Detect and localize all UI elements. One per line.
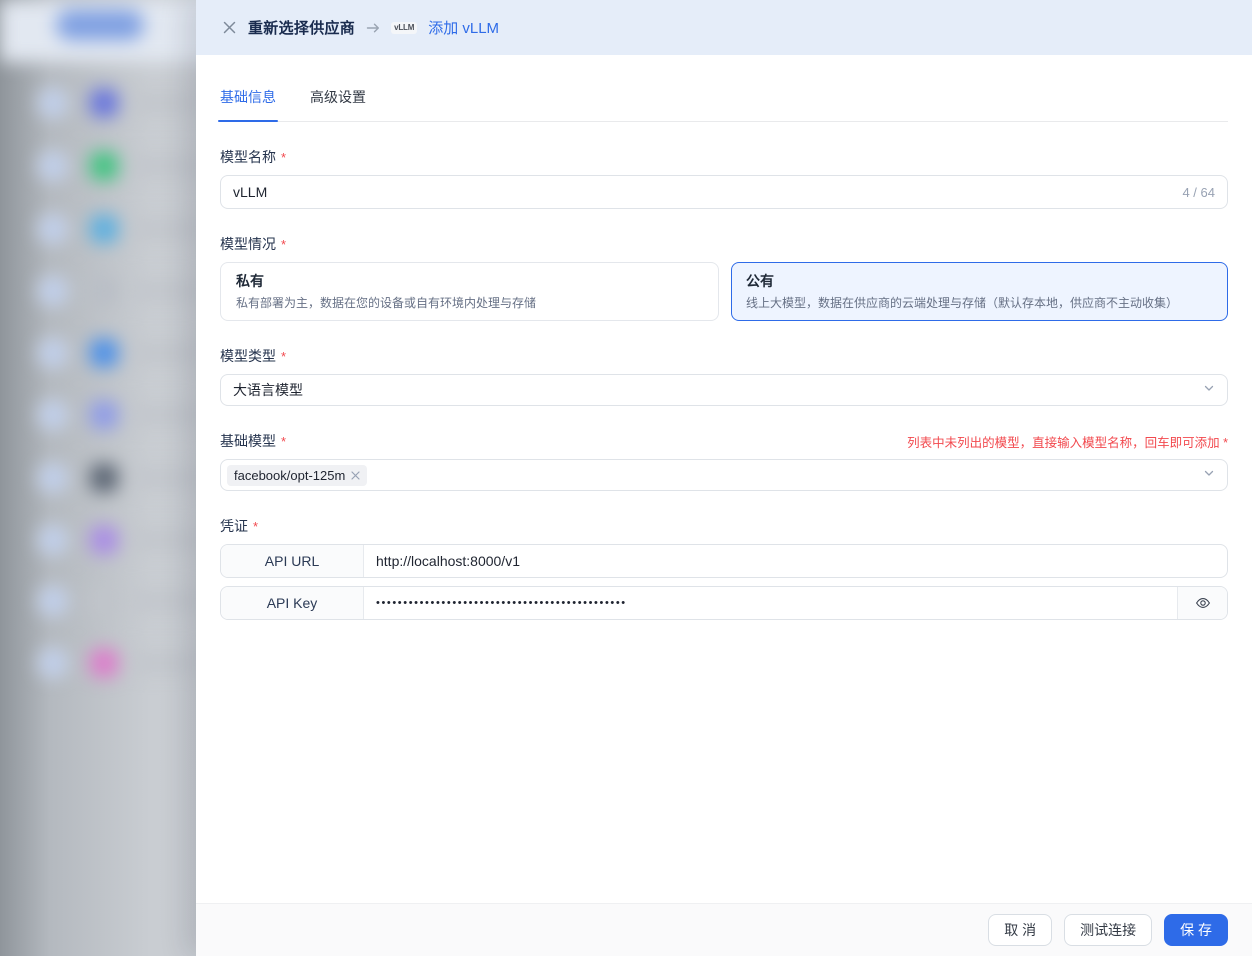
add-provider-drawer: 重新选择供应商 vLLM 添加 vLLM 基础信息 高级设置 模型名称 * 4 … — [196, 0, 1252, 956]
char-counter: 4 / 64 — [1182, 185, 1215, 200]
model-scope-label: 模型情况 * — [220, 234, 1228, 254]
base-model-label-row: 基础模型 * 列表中未列出的模型，直接输入模型名称，回车即可添加 * — [220, 431, 1228, 451]
api-key-addon: API Key — [221, 587, 364, 619]
scope-card-public[interactable]: 公有 线上大模型，数据在供应商的云端处理与存储（默认存本地，供应商不主动收集） — [731, 262, 1229, 321]
model-name-label-text: 模型名称 — [220, 147, 276, 167]
drawer-footer: 取 消 测试连接 保 存 — [196, 903, 1252, 956]
tab-advanced-settings[interactable]: 高级设置 — [310, 87, 366, 121]
api-url-input[interactable]: http://localhost:8000/v1 — [364, 545, 1227, 577]
base-model-label: 基础模型 * — [220, 431, 286, 451]
model-type-select[interactable]: 大语言模型 — [220, 374, 1228, 406]
credentials-label: 凭证 * — [220, 516, 1228, 536]
close-icon[interactable] — [222, 20, 237, 35]
save-button[interactable]: 保 存 — [1164, 914, 1228, 946]
tab-bar: 基础信息 高级设置 — [220, 87, 1228, 122]
field-model-type: 模型类型 * 大语言模型 — [220, 346, 1228, 406]
field-base-model: 基础模型 * 列表中未列出的模型，直接输入模型名称，回车即可添加 * faceb… — [220, 431, 1228, 491]
model-type-value: 大语言模型 — [233, 380, 303, 400]
scope-card-private[interactable]: 私有 私有部署为主，数据在您的设备或自有环境内处理与存储 — [220, 262, 719, 321]
scope-private-desc: 私有部署为主，数据在您的设备或自有环境内处理与存储 — [236, 294, 703, 311]
field-credentials: 凭证 * API URL http://localhost:8000/v1 AP… — [220, 516, 1228, 620]
scope-private-title: 私有 — [236, 271, 703, 291]
cancel-button[interactable]: 取 消 — [988, 914, 1052, 946]
arrow-right-icon — [366, 22, 380, 34]
breadcrumb-current-page: 添加 vLLM — [428, 17, 499, 38]
model-type-label: 模型类型 * — [220, 346, 1228, 366]
blurred-primary-button — [56, 10, 144, 40]
tab-basic-info[interactable]: 基础信息 — [220, 87, 276, 121]
required-mark: * — [281, 150, 286, 165]
model-scope-label-text: 模型情况 — [220, 234, 276, 254]
api-key-input[interactable]: ••••••••••••••••••••••••••••••••••••••••… — [364, 587, 1177, 619]
scope-public-desc: 线上大模型，数据在供应商的云端处理与存储（默认存本地，供应商不主动收集） — [746, 294, 1213, 311]
model-type-label-text: 模型类型 — [220, 346, 276, 366]
drawer-header: 重新选择供应商 vLLM 添加 vLLM — [196, 0, 1252, 55]
api-url-addon: API URL — [221, 545, 364, 577]
breadcrumb-reselect-provider[interactable]: 重新选择供应商 — [248, 17, 355, 38]
tag-close-icon[interactable] — [351, 471, 360, 480]
eye-icon — [1195, 595, 1211, 611]
model-tag-text: facebook/opt-125m — [234, 468, 345, 483]
toggle-key-visibility-button[interactable] — [1177, 587, 1227, 619]
model-tag: facebook/opt-125m — [227, 465, 367, 486]
base-model-hint: 列表中未列出的模型，直接输入模型名称，回车即可添加 * — [907, 432, 1228, 451]
api-key-row: API Key ••••••••••••••••••••••••••••••••… — [220, 586, 1228, 620]
model-name-label: 模型名称 * — [220, 147, 1228, 167]
chevron-down-icon — [1203, 381, 1215, 399]
chevron-down-icon — [1203, 466, 1215, 484]
field-model-scope: 模型情况 * 私有 私有部署为主，数据在您的设备或自有环境内处理与存储 公有 线… — [220, 234, 1228, 321]
provider-form: 模型名称 * 4 / 64 模型情况 * 私有 私有部署为主，数据在您的设备或自… — [196, 122, 1252, 620]
base-model-select[interactable]: facebook/opt-125m — [220, 459, 1228, 491]
scope-public-title: 公有 — [746, 271, 1213, 291]
vllm-logo: vLLM — [391, 22, 417, 34]
api-url-row: API URL http://localhost:8000/v1 — [220, 544, 1228, 578]
model-name-input[interactable] — [233, 184, 1172, 200]
test-connection-button[interactable]: 测试连接 — [1064, 914, 1152, 946]
required-mark: * — [253, 519, 258, 534]
base-model-label-text: 基础模型 — [220, 431, 276, 451]
required-mark: * — [281, 349, 286, 364]
field-model-name: 模型名称 * 4 / 64 — [220, 147, 1228, 209]
required-mark: * — [281, 237, 286, 252]
content-spacer — [196, 620, 1252, 903]
required-mark: * — [281, 434, 286, 449]
credentials-label-text: 凭证 — [220, 516, 248, 536]
model-scope-options: 私有 私有部署为主，数据在您的设备或自有环境内处理与存储 公有 线上大模型，数据… — [220, 262, 1228, 321]
model-name-input-wrap: 4 / 64 — [220, 175, 1228, 209]
